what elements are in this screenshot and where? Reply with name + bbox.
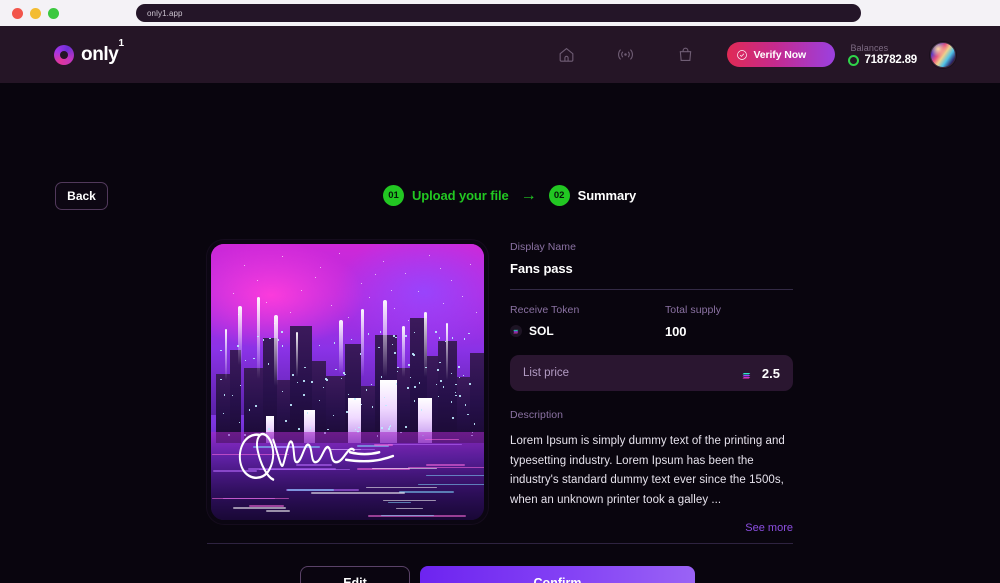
header-right-cluster: Verify Now Balances 718782.89 xyxy=(727,26,1000,83)
close-window-button[interactable] xyxy=(12,8,23,19)
page-body: Back 01 Upload your file → 02 Summary Di… xyxy=(0,83,1000,583)
brand-superscript: 1 xyxy=(118,38,123,49)
balance-value: 718782.89 xyxy=(864,54,917,66)
total-supply-label: Total supply xyxy=(665,304,793,316)
shopping-bag-icon[interactable] xyxy=(674,44,696,66)
verified-check-icon xyxy=(736,49,748,61)
app-header: only1 Verify Now Balances 718782.89 xyxy=(0,26,1000,83)
solana-price-icon xyxy=(742,368,753,379)
footer-divider xyxy=(207,543,793,544)
see-more-link[interactable]: See more xyxy=(510,522,793,534)
description-field: Description Lorem Ipsum is simply dummy … xyxy=(510,409,793,534)
live-broadcast-icon[interactable] xyxy=(615,44,637,66)
display-name-field: Display Name Fans pass xyxy=(510,241,793,276)
minimize-window-button[interactable] xyxy=(30,8,41,19)
list-price-label: List price xyxy=(523,367,569,379)
list-price-field[interactable]: List price 2.5 xyxy=(510,355,793,391)
nft-preview-card[interactable] xyxy=(207,240,488,524)
balance-token-icon xyxy=(848,55,859,66)
verify-now-label: Verify Now xyxy=(753,49,806,61)
nft-artwork xyxy=(211,244,484,520)
balances-label: Balances xyxy=(848,43,888,53)
balances-widget[interactable]: Balances 718782.89 xyxy=(848,43,917,66)
only1-ring-icon xyxy=(54,45,74,65)
receive-token-value: SOL xyxy=(529,324,554,338)
maximize-window-button[interactable] xyxy=(48,8,59,19)
receive-token-value-row: SOL xyxy=(510,324,665,338)
url-text: only1.app xyxy=(147,9,183,18)
details-divider-top xyxy=(510,289,793,290)
wizard-stepper: 01 Upload your file → 02 Summary xyxy=(383,185,636,206)
solana-token-icon xyxy=(510,325,522,337)
nft-details-panel: Display Name Fans pass Receive Token SOL xyxy=(510,241,793,534)
brand-logo[interactable]: only1 xyxy=(54,44,124,66)
receive-token-field: Receive Token SOL xyxy=(510,304,665,339)
total-supply-value: 100 xyxy=(665,324,793,339)
list-price-value-group: 2.5 xyxy=(742,366,780,381)
balance-amount-row: 718782.89 xyxy=(848,54,917,66)
stepper-step-label: Upload your file xyxy=(412,188,509,203)
edit-button[interactable]: Edit xyxy=(300,566,410,583)
brand-name: only xyxy=(81,44,118,65)
stepper-arrow-icon: → xyxy=(521,188,537,204)
display-name-label: Display Name xyxy=(510,241,793,253)
verify-now-button[interactable]: Verify Now xyxy=(727,42,835,67)
description-label: Description xyxy=(510,409,793,421)
url-bar[interactable]: only1.app xyxy=(136,4,861,22)
stepper-step-label: Summary xyxy=(578,188,637,203)
stepper-step-summary[interactable]: 02 Summary xyxy=(549,185,637,206)
browser-chrome: only1.app xyxy=(0,0,1000,26)
confirm-button[interactable]: Confirm xyxy=(420,566,695,583)
stepper-step-upload[interactable]: 01 Upload your file xyxy=(383,185,509,206)
artist-signature xyxy=(230,415,427,490)
stepper-step-number: 02 xyxy=(549,185,570,206)
total-supply-field: Total supply 100 xyxy=(665,304,793,339)
list-price-value: 2.5 xyxy=(762,366,780,381)
description-text: Lorem Ipsum is simply dummy text of the … xyxy=(510,432,793,510)
home-icon[interactable] xyxy=(555,44,577,66)
receive-token-label: Receive Token xyxy=(510,304,665,316)
brand-logo-label: only1 xyxy=(81,44,124,66)
token-supply-row: Receive Token SOL Total supply 100 xyxy=(510,304,793,339)
stepper-step-number: 01 xyxy=(383,185,404,206)
display-name-value: Fans pass xyxy=(510,261,793,276)
avatar[interactable] xyxy=(930,42,956,68)
footer-actions: Edit Confirm xyxy=(300,566,695,583)
window-traffic-lights xyxy=(0,8,59,19)
back-button[interactable]: Back xyxy=(55,182,108,210)
